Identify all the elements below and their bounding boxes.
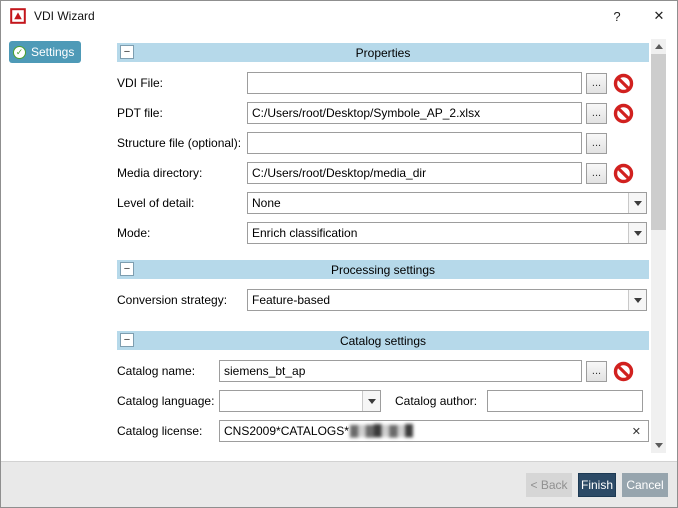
clear-icon[interactable]: ✕ <box>630 425 643 438</box>
cancel-button[interactable]: Cancel <box>622 473 668 497</box>
catalog-name-browse-button[interactable]: ... <box>586 361 607 382</box>
mode-row: Mode: Enrich classification <box>117 222 649 244</box>
media-directory-row: Media directory: ... <box>117 162 649 184</box>
sidebar: ✓ Settings <box>1 31 109 461</box>
sidebar-item-label: Settings <box>31 45 74 59</box>
collapse-processing-button[interactable]: − <box>120 262 134 276</box>
structure-file-row: Structure file (optional): ... <box>117 132 649 154</box>
pdt-file-browse-button[interactable]: ... <box>586 103 607 124</box>
catalog-author-label: Catalog author: <box>395 394 487 408</box>
catalog-license-label: Catalog license: <box>117 424 219 438</box>
vdi-file-row: VDI File: ... <box>117 72 649 94</box>
vertical-scrollbar[interactable] <box>651 39 666 453</box>
catalog-license-input[interactable]: CNS2009*CATALOGS* ▓▒▓█▒▓▒█ ✕ <box>219 420 649 442</box>
structure-file-input[interactable] <box>247 132 582 154</box>
media-directory-invalid-icon <box>613 163 634 184</box>
conversion-strategy-select[interactable]: Feature-based <box>247 289 647 311</box>
level-of-detail-label: Level of detail: <box>117 196 247 210</box>
pdt-file-label: PDT file: <box>117 106 247 120</box>
catalog-language-row: Catalog language: Catalog author: <box>117 390 649 412</box>
check-circle-icon: ✓ <box>13 46 26 59</box>
structure-file-label: Structure file (optional): <box>117 136 247 150</box>
selected-value: None <box>248 196 628 210</box>
mode-select[interactable]: Enrich classification <box>247 222 647 244</box>
license-value-redacted: ▓▒▓█▒▓▒█ <box>350 425 413 437</box>
media-directory-label: Media directory: <box>117 166 247 180</box>
catalog-name-invalid-icon <box>613 361 634 382</box>
license-value: CNS2009*CATALOGS* <box>224 424 349 438</box>
scroll-up-icon[interactable] <box>651 39 666 54</box>
footer: < Back Finish Cancel <box>1 461 677 507</box>
conversion-strategy-label: Conversion strategy: <box>117 293 247 307</box>
window-title: VDI Wizard <box>34 9 599 23</box>
catalog-author-input[interactable] <box>487 390 643 412</box>
finish-button[interactable]: Finish <box>578 473 616 497</box>
media-directory-browse-button[interactable]: ... <box>586 163 607 184</box>
chevron-down-icon[interactable] <box>628 193 646 213</box>
mode-label: Mode: <box>117 226 247 240</box>
vdi-wizard-dialog: VDI Wizard ? ✕ ✓ Settings − Properties V… <box>0 0 678 508</box>
app-icon <box>10 8 26 24</box>
settings-panel: − Properties VDI File: ... PDT file: ... <box>109 31 677 461</box>
scroll-down-icon[interactable] <box>651 438 666 453</box>
catalog-name-label: Catalog name: <box>117 364 219 378</box>
conversion-strategy-row: Conversion strategy: Feature-based <box>117 289 649 311</box>
level-of-detail-select[interactable]: None <box>247 192 647 214</box>
section-header-catalog: − Catalog settings <box>117 331 649 350</box>
section-title: Catalog settings <box>340 334 426 348</box>
chevron-down-icon[interactable] <box>628 223 646 243</box>
section-header-processing: − Processing settings <box>117 260 649 279</box>
section-title: Processing settings <box>331 263 435 277</box>
structure-file-browse-button[interactable]: ... <box>586 133 607 154</box>
vdi-file-label: VDI File: <box>117 76 247 90</box>
title-bar: VDI Wizard ? ✕ <box>1 1 677 31</box>
pdt-file-row: PDT file: ... <box>117 102 649 124</box>
pdt-file-invalid-icon <box>613 103 634 124</box>
vdi-file-input[interactable] <box>247 72 582 94</box>
catalog-language-label: Catalog language: <box>117 394 219 408</box>
scrollbar-track[interactable] <box>651 54 666 438</box>
collapse-properties-button[interactable]: − <box>120 45 134 59</box>
catalog-language-select[interactable] <box>219 390 381 412</box>
collapse-catalog-button[interactable]: − <box>120 333 134 347</box>
pdt-file-input[interactable] <box>247 102 582 124</box>
catalog-name-input[interactable] <box>219 360 582 382</box>
help-button[interactable]: ? <box>599 1 635 31</box>
close-button[interactable]: ✕ <box>641 1 677 31</box>
catalog-license-row: Catalog license: CNS2009*CATALOGS* ▓▒▓█▒… <box>117 420 649 442</box>
back-button[interactable]: < Back <box>526 473 572 497</box>
vdi-file-invalid-icon <box>613 73 634 94</box>
selected-value: Feature-based <box>248 293 628 307</box>
catalog-name-row: Catalog name: ... <box>117 360 649 382</box>
vdi-file-browse-button[interactable]: ... <box>586 73 607 94</box>
level-of-detail-row: Level of detail: None <box>117 192 649 214</box>
chevron-down-icon[interactable] <box>362 391 380 411</box>
chevron-down-icon[interactable] <box>628 290 646 310</box>
sidebar-item-settings[interactable]: ✓ Settings <box>9 41 81 63</box>
section-title: Properties <box>356 46 411 60</box>
selected-value: Enrich classification <box>248 226 628 240</box>
dialog-body: ✓ Settings − Properties VDI File: ... PD… <box>1 31 677 461</box>
section-header-properties: − Properties <box>117 43 649 62</box>
media-directory-input[interactable] <box>247 162 582 184</box>
scrollbar-thumb[interactable] <box>651 54 666 230</box>
